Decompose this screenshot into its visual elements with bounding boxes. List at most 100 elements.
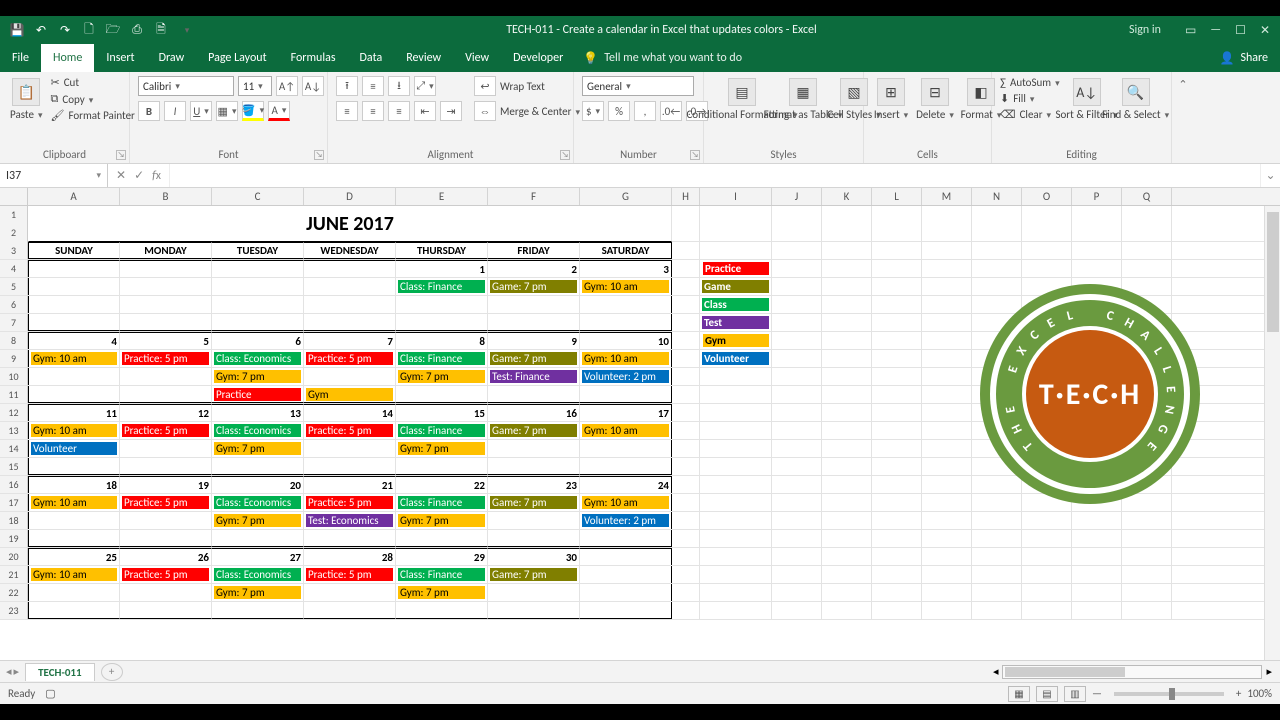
row-header-3[interactable]: 3	[0, 242, 28, 259]
cell[interactable]	[28, 512, 120, 529]
horizontal-scrollbar[interactable]	[1002, 665, 1262, 679]
col-header-K[interactable]: K	[822, 188, 872, 205]
cell[interactable]: 1	[396, 260, 488, 277]
cell[interactable]	[1072, 512, 1122, 529]
cell[interactable]: Game	[700, 278, 772, 295]
cell[interactable]: 4	[28, 332, 120, 349]
cell[interactable]	[700, 548, 772, 565]
cell[interactable]	[772, 440, 822, 457]
page-layout-view-button[interactable]: ▤	[1036, 686, 1058, 702]
cell[interactable]	[1072, 260, 1122, 277]
tab-developer[interactable]: Developer	[501, 44, 575, 72]
cell[interactable]	[822, 602, 872, 619]
cell[interactable]	[872, 422, 922, 439]
cell[interactable]	[488, 314, 580, 331]
worksheet-grid[interactable]: ABCDEFGHIJKLMNOPQ 12JUNE 20173SUNDAYMOND…	[0, 188, 1280, 660]
cell[interactable]	[672, 422, 700, 439]
align-center[interactable]: ≡	[362, 101, 384, 121]
new-icon[interactable]: 🗋	[80, 21, 98, 39]
cell[interactable]	[488, 386, 580, 403]
tab-home[interactable]: Home	[41, 44, 94, 72]
cell[interactable]: Class: Finance	[396, 422, 488, 439]
cell[interactable]: Volunteer: 2 pm	[580, 368, 672, 385]
cell[interactable]	[822, 548, 872, 565]
collapse-ribbon-icon[interactable]: ⌃	[1172, 72, 1194, 163]
cell[interactable]: Test	[700, 314, 772, 331]
cell[interactable]	[1072, 602, 1122, 619]
hscroll-left[interactable]: ◂	[993, 665, 999, 678]
cell[interactable]: Gym: 10 am	[580, 422, 672, 439]
align-left[interactable]: ≡	[336, 101, 358, 121]
row-header-9[interactable]: 9	[0, 350, 28, 367]
cell[interactable]: 12	[120, 404, 212, 421]
cell[interactable]	[922, 368, 972, 385]
cell[interactable]	[872, 566, 922, 583]
close-icon[interactable]: ✕	[1260, 23, 1270, 38]
ribbon-options-icon[interactable]: ▭	[1185, 23, 1196, 38]
cell[interactable]: Game: 7 pm	[488, 422, 580, 439]
cell[interactable]: Gym: 7 pm	[212, 368, 304, 385]
cell[interactable]	[700, 422, 772, 439]
calendar-title[interactable]: JUNE 2017	[28, 206, 672, 242]
cell[interactable]: 30	[488, 548, 580, 565]
row-header-11[interactable]: 11	[0, 386, 28, 403]
indent-dec[interactable]: ⇤	[414, 101, 436, 121]
row-header-17[interactable]: 17	[0, 494, 28, 511]
tab-file[interactable]: File	[0, 44, 41, 72]
clipboard-launcher[interactable]: ↘	[116, 150, 126, 160]
cell[interactable]: Practice	[700, 260, 772, 277]
cell[interactable]	[922, 206, 972, 242]
borders-button[interactable]: ▦	[216, 101, 238, 121]
cell[interactable]: Game: 7 pm	[488, 350, 580, 367]
cell[interactable]	[772, 350, 822, 367]
cell[interactable]	[872, 296, 922, 313]
macro-record-icon[interactable]: ▢	[45, 687, 55, 700]
cell[interactable]: 13	[212, 404, 304, 421]
cell[interactable]	[700, 458, 772, 475]
cell[interactable]	[972, 260, 1022, 277]
fx-icon[interactable]: fx	[152, 169, 161, 183]
col-header-E[interactable]: E	[396, 188, 488, 205]
cell[interactable]: Class: Economics	[212, 494, 304, 511]
row-header-20[interactable]: 20	[0, 548, 28, 565]
cell[interactable]: Test: Economics	[304, 512, 396, 529]
cell[interactable]: Gym: 7 pm	[396, 584, 488, 601]
cell[interactable]	[1122, 584, 1172, 601]
cell[interactable]	[212, 530, 304, 547]
cell[interactable]	[922, 512, 972, 529]
cell[interactable]	[488, 296, 580, 313]
cell[interactable]	[672, 368, 700, 385]
cell[interactable]	[822, 530, 872, 547]
cell[interactable]: Gym: 10 am	[580, 278, 672, 295]
cell[interactable]	[672, 584, 700, 601]
cell[interactable]	[672, 440, 700, 457]
preview-icon[interactable]: 🗎	[152, 21, 170, 39]
cell[interactable]	[872, 260, 922, 277]
cell[interactable]: Gym: 7 pm	[396, 440, 488, 457]
cell[interactable]: 28	[304, 548, 396, 565]
cell[interactable]	[1022, 512, 1072, 529]
cell[interactable]	[822, 368, 872, 385]
number-launcher[interactable]: ↘	[690, 150, 700, 160]
tell-me[interactable]: 💡Tell me what you want to do	[583, 44, 742, 72]
format-painter-button[interactable]: 🖌Format Painter	[50, 109, 134, 122]
col-header-G[interactable]: G	[580, 188, 672, 205]
align-top[interactable]: ⭱	[336, 76, 358, 96]
row-header-23[interactable]: 23	[0, 602, 28, 619]
cell[interactable]: 15	[396, 404, 488, 421]
cell[interactable]: 9	[488, 332, 580, 349]
col-header-A[interactable]: A	[28, 188, 120, 205]
cell[interactable]	[1072, 242, 1122, 259]
hscroll-right[interactable]: ▸	[1266, 665, 1272, 678]
cell[interactable]	[1072, 584, 1122, 601]
cell[interactable]	[922, 260, 972, 277]
autosum-button[interactable]: ∑AutoSum	[1000, 76, 1060, 89]
tab-data[interactable]: Data	[348, 44, 395, 72]
cell[interactable]	[28, 296, 120, 313]
cell[interactable]: Gym	[304, 386, 396, 403]
cell[interactable]	[304, 602, 396, 619]
cell[interactable]	[1122, 242, 1172, 259]
cell[interactable]	[772, 386, 822, 403]
cell[interactable]	[672, 386, 700, 403]
col-header-H[interactable]: H	[672, 188, 700, 205]
